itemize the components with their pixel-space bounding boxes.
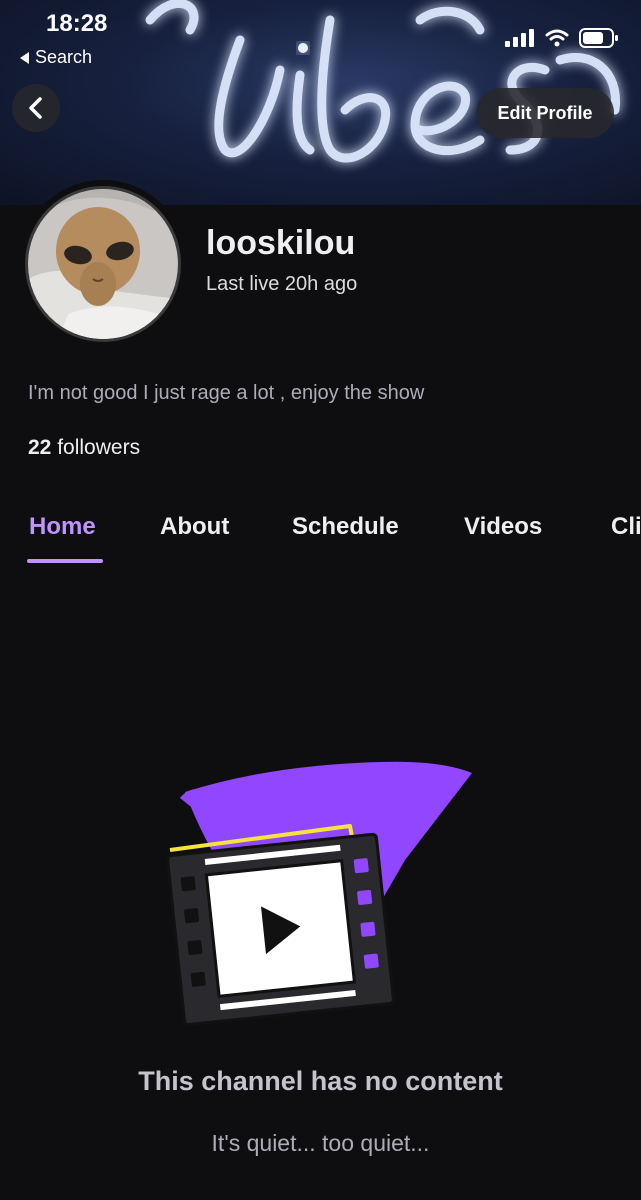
followers-number: 22 [28,436,52,459]
tab-videos[interactable]: Videos [464,513,542,541]
film-strip-play-icon [166,761,472,1027]
last-live-status: Last live 20h ago [206,273,358,295]
chevron-left-icon [29,97,42,119]
tab-about[interactable]: About [160,513,229,541]
avatar[interactable] [25,186,181,342]
cellular-signal-icon [505,29,534,47]
status-bar-time: 18:28 [46,10,108,37]
alien-avatar-image [28,189,178,339]
avatar-container [19,180,187,348]
channel-tabs: Home About Schedule Videos Cli [0,510,641,570]
status-bar-indicators [505,28,619,48]
channel-username: looskilou [206,224,356,262]
battery-icon [579,28,618,48]
followers-label: followers [57,436,141,459]
empty-state-subtitle: It's quiet... too quiet... [211,1130,430,1156]
back-button[interactable] [12,84,60,132]
empty-state-title: This channel has no content [138,1066,503,1096]
channel-banner: 18:28 Search Edit Profile [0,0,641,205]
wifi-icon [545,29,569,47]
tab-schedule[interactable]: Schedule [292,513,399,541]
active-tab-indicator [27,559,103,563]
followers-count[interactable]: 22 followers [28,436,140,460]
channel-bio: I'm not good I just rage a lot , enjoy t… [28,382,425,404]
back-triangle-icon [20,51,29,64]
channel-profile-screen: 18:28 Search Edit Profile looskilou Last… [0,0,641,1200]
tab-clips[interactable]: Cli [611,513,641,541]
tab-home[interactable]: Home [29,513,96,541]
back-to-app-label: Search [35,47,93,67]
edit-profile-button[interactable]: Edit Profile [476,88,614,138]
back-to-app-link[interactable]: Search [20,47,92,68]
